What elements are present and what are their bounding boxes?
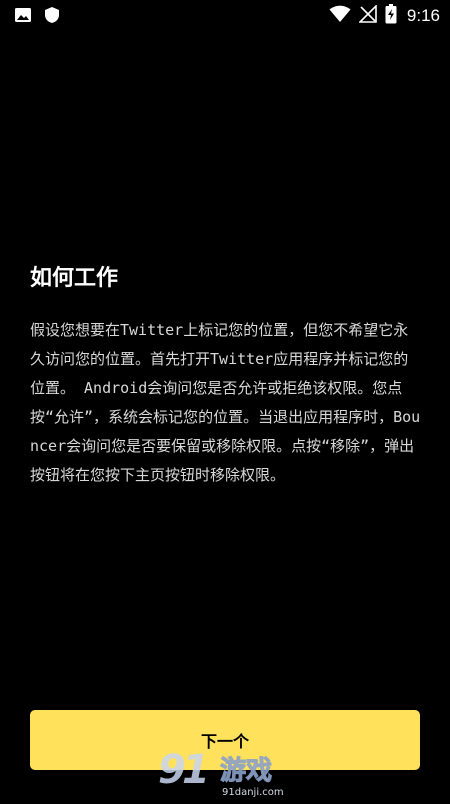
image-icon xyxy=(14,6,32,28)
page-title: 如何工作 xyxy=(30,266,119,291)
status-time: 9:16 xyxy=(406,6,440,25)
watermark-url: 91danji.com xyxy=(222,787,284,798)
status-bar: 9:16 xyxy=(0,0,450,32)
shield-icon xyxy=(44,6,60,28)
description-text: 假设您想要在Twitter上标记您的位置，但您不希望它永久访问您的位置。首先打开… xyxy=(30,321,421,484)
status-left xyxy=(14,6,60,28)
no-signal-icon xyxy=(357,4,377,27)
status-right: 9:16 xyxy=(329,4,440,28)
main-content: 如何工作 假设您想要在Twitter上标记您的位置，但您不希望它永久访问您的位置… xyxy=(30,262,422,490)
wifi-icon xyxy=(329,5,351,27)
battery-charging-icon xyxy=(385,4,397,28)
next-button[interactable]: 下一个 xyxy=(30,710,420,770)
